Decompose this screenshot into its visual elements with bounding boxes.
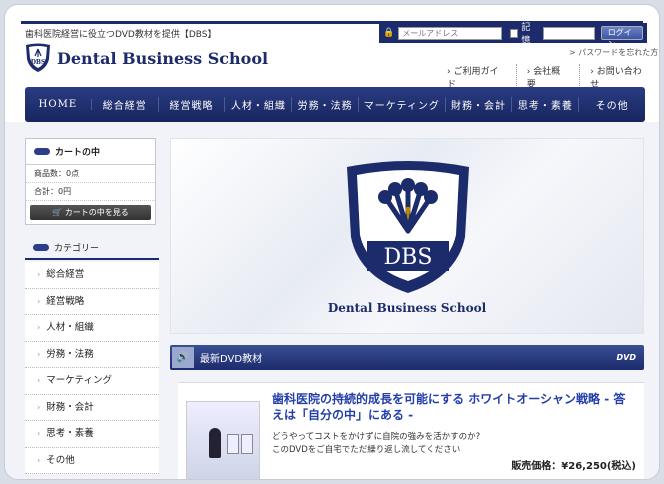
cart-total: 合計：0円 [26,183,155,201]
category-item[interactable]: › 経営戦略 [25,288,159,315]
site-logo[interactable]: DBS Dental Business School [25,43,268,73]
nav-thinking[interactable]: 思考・素養 [512,97,580,112]
remember-checkbox[interactable] [510,28,519,38]
nav-general-management[interactable]: 総合経営 [92,97,159,112]
email-input[interactable] [398,26,503,40]
forgot-password-link[interactable]: > パスワードを忘れた方 [569,47,658,58]
nav-home[interactable]: HOME [25,99,92,110]
category-item-label: 労務・法務 [46,348,94,360]
hero-banner: DBS Dental Business School [170,138,644,334]
nav-strategy[interactable]: 経営戦略 [159,97,226,112]
product-description: どうやってコストをかけずに自院の強みを活かすのか? このDVDをご自宅でただ繰り… [272,431,480,457]
chevron-right-icon: › [37,402,41,412]
dvd-case-image [227,434,239,454]
chevron-right-icon: › [37,429,41,438]
nav-marketing[interactable]: マーケティング [359,97,446,112]
cart-title-label: カートの中 [55,148,101,158]
category-item[interactable]: › 総合経営 [25,262,159,289]
category-item-label: 経営戦略 [46,295,85,307]
login-bar: 🔒 記憶 ログイン [379,23,647,49]
pill-icon [34,148,50,155]
cart-count: 商品数：0点 [26,165,155,183]
chevron-right-icon: › [37,270,41,279]
category-list: › 総合経営 › 経営戦略 › 人材・組織 › 労務・法務 › マーケティング › 財務・会… [25,262,159,474]
section-title: 最新DVD教材 [200,354,263,365]
remember-label: 記憶 [521,23,531,46]
product-thumbnail[interactable] [186,401,260,479]
category-title-label: カテゴリー [54,244,100,254]
login-button[interactable]: ログイン [600,26,643,49]
site-tagline: 歯科医院経営に役立つDVD教材を提供【DBS】 [25,30,217,40]
product-title-link[interactable]: 歯科医院の持続的成長を可能にする ホワイトオーシャン戦略 - 答えは「自分の中」… [272,391,636,423]
chevron-right-icon: › [37,296,41,306]
category-item[interactable]: › その他 [25,447,159,474]
pill-icon [33,244,49,251]
chevron-right-icon: › [37,349,41,359]
category-item[interactable]: › 思考・素養 [25,421,159,448]
svg-text:DBS: DBS [31,59,46,66]
view-cart-button[interactable]: 🛒 カートの中を見る [30,205,151,220]
dvd-case-image [241,434,253,454]
category-divider [25,258,159,260]
chevron-right-icon: › [37,323,41,332]
hero-caption: Dental Business School [327,301,487,315]
category-item-label: 財務・会計 [46,401,94,413]
dbs-shield-icon: DBS [26,43,50,72]
cart-title: カートの中 [26,139,155,165]
category-item[interactable]: › 労務・法務 [25,341,159,368]
category-item-label: その他 [46,454,75,466]
dbs-emblem-icon: DBS [347,161,469,293]
category-item[interactable]: › 人材・組織 [25,315,159,342]
main-nav: HOME 総合経営 経営戦略 人材・組織 労務・法務 マーケティング 財務・会計… [25,87,645,122]
speaker-icon: 🔊 [172,347,194,368]
content-area: カートの中 商品数：0点 合計：0円 🛒 カートの中を見る カテゴリー › 総合経… [5,122,659,479]
category-title: カテゴリー [33,241,99,254]
password-input[interactable] [543,26,595,40]
page-frame: 歯科医院経営に役立つDVD教材を提供【DBS】 DBS Dental Busin… [4,4,660,480]
latest-dvd-header: 🔊 最新DVD教材 DVD [170,345,644,370]
view-cart-label: カートの中を見る [64,208,129,217]
presenter-image [209,428,221,458]
category-item-label: 思考・素養 [46,428,94,439]
cart-box: カートの中 商品数：0点 合計：0円 🛒 カートの中を見る [25,138,156,225]
emblem-text: DBS [384,245,433,270]
category-item[interactable]: › 財務・会計 [25,394,159,421]
chevron-right-icon: › [37,455,41,465]
cart-icon: 🛒 [52,208,63,217]
logo-text: Dental Business School [57,48,269,68]
nav-hr[interactable]: 人材・組織 [225,97,293,112]
nav-finance[interactable]: 財務・会計 [446,97,513,112]
product-desc-line: どうやってコストをかけずに自院の強みを活かすのか? [272,432,481,442]
lock-icon: 🔒 [383,28,395,38]
nav-legal[interactable]: 労務・法務 [292,97,360,112]
category-item-label: 人材・組織 [46,322,94,333]
category-item-label: 総合経営 [46,269,85,280]
chevron-right-icon: › [37,376,41,385]
category-item[interactable]: › マーケティング [25,368,159,395]
product-price: 販売価格：¥26,250(税込) [511,461,636,472]
category-item-label: マーケティング [46,375,112,386]
product-card: 歯科医院の持続的成長を可能にする ホワイトオーシャン戦略 - 答えは「自分の中」… [178,382,644,479]
dvd-logo-icon: DVD [616,353,636,362]
nav-other[interactable]: その他 [579,97,645,112]
product-desc-line: このDVDをご自宅でただ繰り返し流してください [272,445,461,455]
